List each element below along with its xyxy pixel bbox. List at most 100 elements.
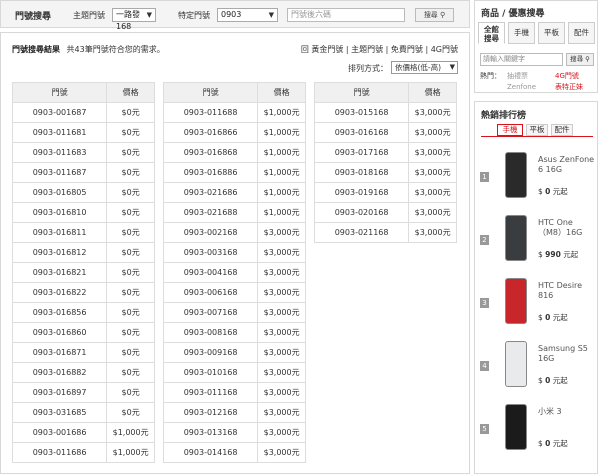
filter-free[interactable]: 免費門號: [391, 45, 423, 54]
table-row[interactable]: 0903-007168 $3,000元: [162, 302, 306, 323]
phone-number-cell[interactable]: 0903-008168: [162, 322, 259, 343]
theme-number-select[interactable]: 一路發168 ▼: [112, 8, 156, 31]
number-search-button[interactable]: 搜尋 ⚲: [415, 8, 454, 22]
ranking-item[interactable]: 5 小米 3 $ 0 元起: [475, 400, 599, 460]
phone-number-cell[interactable]: 0903-014168: [162, 442, 259, 463]
product-name[interactable]: Asus ZenFone 6 16G: [538, 155, 596, 175]
table-row[interactable]: 0903-016871 $0元: [11, 342, 155, 363]
table-row[interactable]: 0903-016810 $0元: [11, 202, 155, 223]
filter-4g[interactable]: 4G門號: [431, 45, 458, 54]
table-row[interactable]: 0903-021688 $1,000元: [162, 202, 306, 223]
table-row[interactable]: 0903-014168 $3,000元: [162, 442, 306, 463]
phone-number-cell[interactable]: 0903-016868: [162, 142, 259, 163]
phone-number-cell[interactable]: 0903-016856: [11, 302, 108, 323]
product-name[interactable]: HTC Desire 816: [538, 281, 596, 301]
table-row[interactable]: 0903-020168 $3,000元: [313, 202, 457, 223]
table-row[interactable]: 0903-016897 $0元: [11, 382, 155, 403]
phone-image[interactable]: [505, 341, 527, 387]
phone-number-cell[interactable]: 0903-009168: [162, 342, 259, 363]
filter-golden[interactable]: 黃金門號: [311, 45, 343, 54]
phone-number-cell[interactable]: 0903-001686: [11, 422, 108, 443]
ranking-item[interactable]: 4 Samsung S5 16G $ 0 元起: [475, 337, 599, 397]
tab-accessories[interactable]: 配件: [568, 22, 595, 44]
phone-number-cell[interactable]: 0903-011686: [11, 442, 108, 463]
table-row[interactable]: 0903-018168 $3,000元: [313, 162, 457, 183]
phone-number-cell[interactable]: 0903-003168: [162, 242, 259, 263]
phone-number-cell[interactable]: 0903-018168: [313, 162, 410, 183]
table-row[interactable]: 0903-004168 $3,000元: [162, 262, 306, 283]
table-row[interactable]: 0903-003168 $3,000元: [162, 242, 306, 263]
table-row[interactable]: 0903-016821 $0元: [11, 262, 155, 283]
hot-keyword-4[interactable]: 表特正妹: [555, 82, 583, 93]
phone-number-cell[interactable]: 0903-011681: [11, 122, 108, 143]
phone-number-cell[interactable]: 0903-001687: [11, 102, 108, 123]
phone-number-cell[interactable]: 0903-016810: [11, 202, 108, 223]
phone-number-cell[interactable]: 0903-019168: [313, 182, 410, 203]
product-name[interactable]: 小米 3: [538, 407, 596, 417]
table-row[interactable]: 0903-016866 $1,000元: [162, 122, 306, 143]
tab-phones[interactable]: 手機: [508, 22, 535, 44]
product-name[interactable]: Samsung S5 16G: [538, 344, 596, 364]
phone-image[interactable]: [505, 215, 527, 261]
ranking-tab-phones[interactable]: 手機: [497, 124, 523, 136]
phone-number-cell[interactable]: 0903-004168: [162, 262, 259, 283]
phone-number-cell[interactable]: 0903-002168: [162, 222, 259, 243]
table-row[interactable]: 0903-009168 $3,000元: [162, 342, 306, 363]
product-search-button[interactable]: 搜尋 ⚲: [566, 53, 594, 66]
table-row[interactable]: 0903-015168 $3,000元: [313, 102, 457, 123]
table-row[interactable]: 0903-016882 $0元: [11, 362, 155, 383]
table-row[interactable]: 0903-011688 $1,000元: [162, 102, 306, 123]
phone-number-cell[interactable]: 0903-012168: [162, 402, 259, 423]
filter-theme[interactable]: 主題門號: [351, 45, 383, 54]
phone-number-cell[interactable]: 0903-011687: [11, 162, 108, 183]
ranking-tab-accessories[interactable]: 配件: [551, 124, 573, 136]
table-row[interactable]: 0903-016860 $0元: [11, 322, 155, 343]
phone-number-cell[interactable]: 0903-016866: [162, 122, 259, 143]
hot-keyword-1[interactable]: 抽禮票: [507, 71, 528, 82]
table-row[interactable]: 0903-016886 $1,000元: [162, 162, 306, 183]
phone-number-cell[interactable]: 0903-006168: [162, 282, 259, 303]
ranking-item[interactable]: 1 Asus ZenFone 6 16G $ 0 元起: [475, 148, 599, 208]
table-row[interactable]: 0903-031685 $0元: [11, 402, 155, 423]
table-row[interactable]: 0903-016168 $3,000元: [313, 122, 457, 143]
phone-number-cell[interactable]: 0903-010168: [162, 362, 259, 383]
hot-keyword-2[interactable]: 4G門號: [555, 71, 579, 82]
sort-select[interactable]: 依價格(低-高) ▼: [391, 61, 458, 74]
table-row[interactable]: 0903-017168 $3,000元: [313, 142, 457, 163]
prefix-select[interactable]: 0903 ▼: [217, 8, 278, 22]
table-row[interactable]: 0903-011168 $3,000元: [162, 382, 306, 403]
table-row[interactable]: 0903-013168 $3,000元: [162, 422, 306, 443]
table-row[interactable]: 0903-001687 $0元: [11, 102, 155, 123]
phone-number-cell[interactable]: 0903-031685: [11, 402, 108, 423]
ranking-item[interactable]: 2 HTC One（M8）16G $ 990 元起: [475, 211, 599, 271]
table-row[interactable]: 0903-001686 $1,000元: [11, 422, 155, 443]
phone-number-cell[interactable]: 0903-016822: [11, 282, 108, 303]
table-row[interactable]: 0903-011687 $0元: [11, 162, 155, 183]
table-row[interactable]: 0903-019168 $3,000元: [313, 182, 457, 203]
phone-image[interactable]: [505, 404, 527, 450]
table-row[interactable]: 0903-008168 $3,000元: [162, 322, 306, 343]
phone-number-cell[interactable]: 0903-016871: [11, 342, 108, 363]
table-row[interactable]: 0903-012168 $3,000元: [162, 402, 306, 423]
table-row[interactable]: 0903-016805 $0元: [11, 182, 155, 203]
phone-number-cell[interactable]: 0903-021686: [162, 182, 259, 203]
phone-number-cell[interactable]: 0903-011683: [11, 142, 108, 163]
phone-image[interactable]: [505, 278, 527, 324]
phone-number-cell[interactable]: 0903-011688: [162, 102, 259, 123]
phone-number-cell[interactable]: 0903-016805: [11, 182, 108, 203]
phone-number-cell[interactable]: 0903-016886: [162, 162, 259, 183]
phone-number-cell[interactable]: 0903-011168: [162, 382, 259, 403]
ranking-item[interactable]: 3 HTC Desire 816 $ 0 元起: [475, 274, 599, 334]
ranking-tab-tablets[interactable]: 平板: [526, 124, 548, 136]
table-row[interactable]: 0903-021168 $3,000元: [313, 222, 457, 243]
table-row[interactable]: 0903-011683 $0元: [11, 142, 155, 163]
product-name[interactable]: HTC One（M8）16G: [538, 218, 596, 238]
phone-number-cell[interactable]: 0903-016897: [11, 382, 108, 403]
phone-number-cell[interactable]: 0903-016811: [11, 222, 108, 243]
phone-number-cell[interactable]: 0903-016168: [313, 122, 410, 143]
phone-number-cell[interactable]: 0903-015168: [313, 102, 410, 123]
table-row[interactable]: 0903-011681 $0元: [11, 122, 155, 143]
phone-number-cell[interactable]: 0903-016812: [11, 242, 108, 263]
tab-all-store[interactable]: 全館 搜尋: [478, 22, 505, 44]
product-keyword-input[interactable]: 請輸入關鍵字: [480, 53, 563, 66]
